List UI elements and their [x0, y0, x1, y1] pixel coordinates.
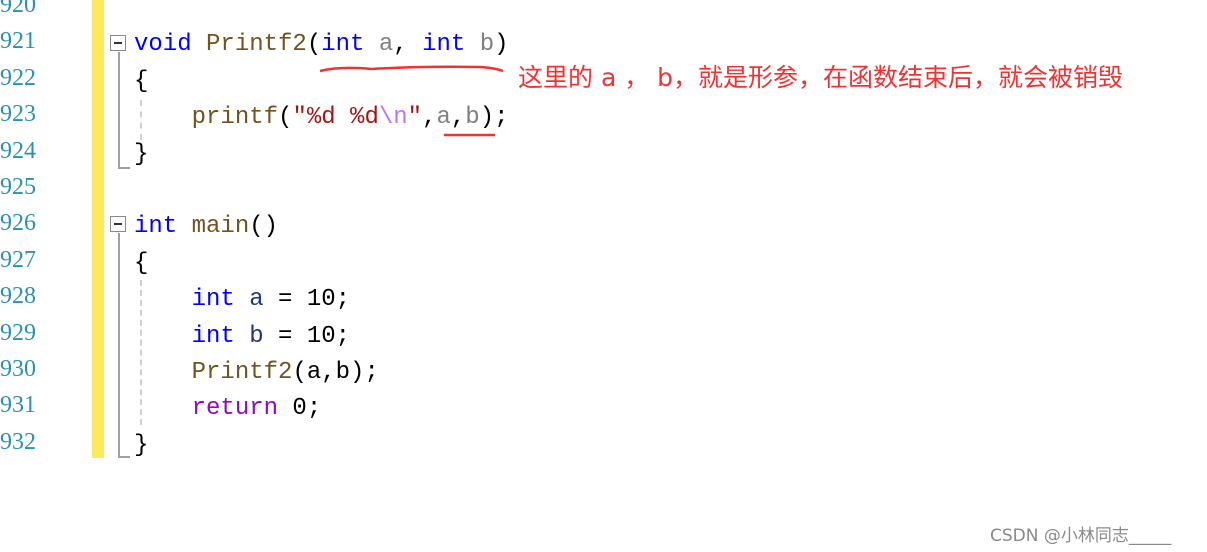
watermark: CSDN @小林同志_____: [990, 526, 1172, 546]
code-editor[interactable]: 920 921 922 923 924 925 926 927 928 929 930 931 932 …: [0, 0, 1207, 552]
annotation-note: 这里的 a ， b，就是形参，在函数结束后，就会被销毁: [518, 63, 1124, 92]
underline-params: [319, 65, 504, 73]
